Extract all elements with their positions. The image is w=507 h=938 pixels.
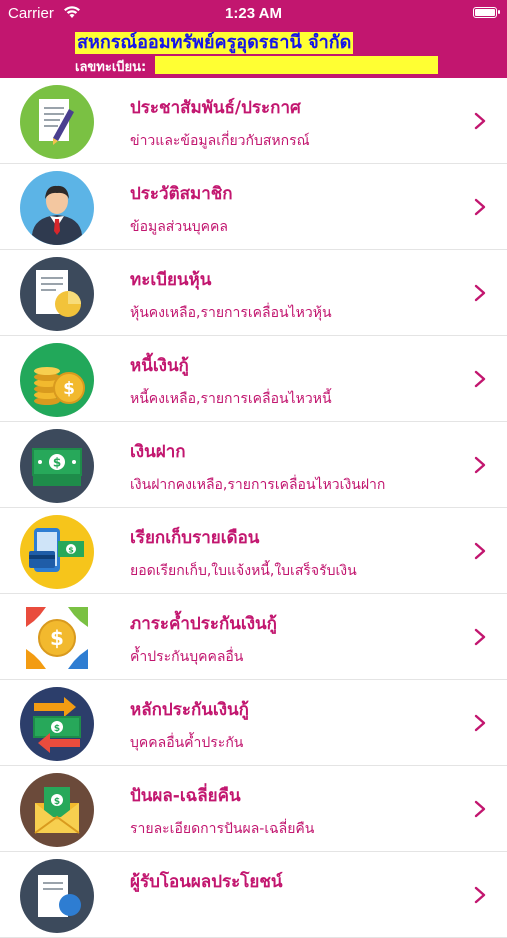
menu-item-title: ทะเบียนหุ้น [130,270,212,290]
menu-item-subtitle: รายละเอียดการปันผล-เฉลี่ยคืน [130,821,315,837]
guarantee-obligation-icon: $ [20,601,94,675]
chevron-right-icon [474,456,486,474]
beneficiary-icon [20,859,94,933]
menu-item-title: หลักประกันเงินกู้ [130,700,249,720]
menu-item-subtitle: ยอดเรียกเก็บ,ใบแจ้งหนี้,ใบเสร็จรับเงิน [130,563,357,579]
clock: 1:23 AM [225,5,282,22]
menu-item-subtitle: เงินฝากคงเหลือ,รายการเคลื่อนไหวเงินฝาก [130,477,386,493]
chevron-right-icon [474,370,486,388]
deposit-icon: $ [20,429,94,503]
menu-item-monthly-billing[interactable]: $ เรียกเก็บรายเดือน ยอดเรียกเก็บ,ใบแจ้งห… [0,508,507,594]
svg-text:$: $ [50,626,64,650]
app-header: สหกรณ์ออมทรัพย์ครูอุดรธานี จำกัด เลขทะเบ… [0,28,507,78]
menu-item-title: ปันผล-เฉลี่ยคืน [130,786,241,806]
share-register-icon [20,257,94,331]
status-bar: Carrier 1:23 AM [0,0,507,28]
chevron-right-icon [474,714,486,732]
svg-text:$: $ [63,379,75,399]
monthly-billing-icon: $ [20,515,94,589]
menu-item-deposit[interactable]: $ เงินฝาก เงินฝากคงเหลือ,รายการเคลื่อนไห… [0,422,507,508]
menu-item-share-register[interactable]: ทะเบียนหุ้น หุ้นคงเหลือ,รายการเคลื่อนไหว… [0,250,507,336]
loan-collateral-icon: $ [20,687,94,761]
menu-item-loan-debt[interactable]: $ หนี้เงินกู้ หนี้คงเหลือ,รายการเคลื่อนไ… [0,336,507,422]
svg-text:$: $ [54,724,60,734]
menu-item-title: ประวัติสมาชิก [130,184,233,204]
menu-item-title: เรียกเก็บรายเดือน [130,528,260,548]
menu-item-subtitle: หนี้คงเหลือ,รายการเคลื่อนไหวหนี้ [130,391,332,407]
menu-item-subtitle: ข่าวและข้อมูลเกี่ยวกับสหกรณ์ [130,133,310,149]
chevron-right-icon [474,628,486,646]
cooperative-name: สหกรณ์ออมทรัพย์ครูอุดรธานี จำกัด [75,32,354,54]
menu-item-guarantee-obligation[interactable]: $ ภาระค้ำประกันเงินกู้ ค้ำประกันบุคคลอื่… [0,594,507,680]
svg-text:$: $ [54,797,60,807]
menu-item-loan-collateral[interactable]: $ หลักประกันเงินกู้ บุคคลอื่นค้ำประกัน [0,680,507,766]
chevron-right-icon [474,284,486,302]
registration-label: เลขทะเบียน: [75,60,147,75]
menu-item-subtitle: บุคคลอื่นค้ำประกัน [130,735,244,751]
svg-text:$: $ [68,546,74,555]
menu-item-beneficiary[interactable]: ผู้รับโอนผลประโยชน์ [0,852,507,938]
registration-value [155,56,438,74]
chevron-right-icon [474,112,486,130]
menu-item-title: เงินฝาก [130,442,186,462]
menu-item-title: ภาระค้ำประกันเงินกู้ [130,614,277,634]
menu-item-title: ประชาสัมพันธ์/ประกาศ [130,98,301,118]
menu-item-member-profile[interactable]: ประวัติสมาชิก ข้อมูลส่วนบุคคล [0,164,507,250]
svg-text:$: $ [53,456,61,470]
chevron-right-icon [474,886,486,904]
chevron-right-icon [474,542,486,560]
menu-item-title: หนี้เงินกู้ [130,356,189,376]
dividend-icon: $ [20,773,94,847]
menu-item-subtitle: หุ้นคงเหลือ,รายการเคลื่อนไหวหุ้น [130,305,332,321]
menu-item-subtitle: ข้อมูลส่วนบุคคล [130,219,228,235]
chevron-right-icon [474,800,486,818]
menu-item-dividend[interactable]: $ ปันผล-เฉลี่ยคืน รายละเอียดการปันผล-เฉล… [0,766,507,852]
battery-icon [473,7,500,18]
menu-list: ประชาสัมพันธ์/ประกาศ ข่าวและข้อมูลเกี่ยว… [0,78,507,938]
announcement-icon [20,85,94,159]
registration-row: เลขทะเบียน: [75,56,438,75]
member-profile-icon [20,171,94,245]
menu-item-subtitle: ค้ำประกันบุคคลอื่น [130,649,244,665]
chevron-right-icon [474,198,486,216]
menu-item-announcement[interactable]: ประชาสัมพันธ์/ประกาศ ข่าวและข้อมูลเกี่ยว… [0,78,507,164]
loan-debt-icon: $ [20,343,94,417]
menu-item-title: ผู้รับโอนผลประโยชน์ [130,872,283,892]
